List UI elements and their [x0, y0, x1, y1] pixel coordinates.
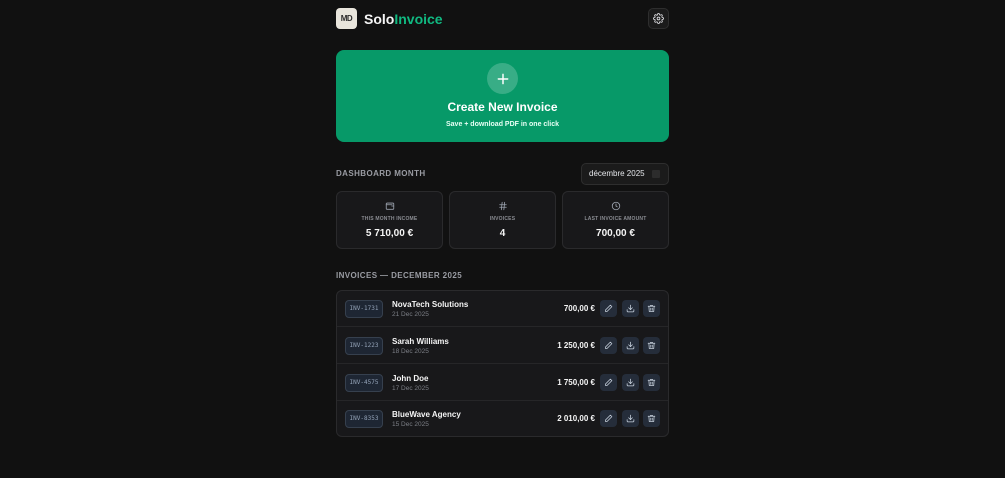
invoice-amount: 700,00 €: [563, 304, 595, 313]
delete-button[interactable]: [643, 337, 660, 354]
plus-icon: [487, 63, 518, 94]
month-picker[interactable]: décembre 2025: [581, 163, 669, 185]
stat-card-income: THIS MONTH INCOME 5 710,00 €: [336, 191, 443, 249]
client-name: NovaTech Solutions: [392, 300, 469, 309]
logo[interactable]: MD: [336, 8, 357, 29]
hash-icon: [450, 201, 555, 211]
invoices-section-label: INVOICES — DECEMBER 2025: [336, 271, 463, 280]
invoice-date: 17 Dec 2025: [392, 385, 429, 392]
invoice-amount: 1 750,00 €: [557, 378, 595, 387]
hero-subtitle: Save + download PDF in one click: [445, 121, 559, 128]
stat-value: 700,00 €: [596, 228, 635, 239]
invoice-row[interactable]: INV-4575 John Doe 17 Dec 2025 1 750,00 €: [337, 365, 668, 401]
delete-button[interactable]: [643, 374, 660, 391]
download-button[interactable]: [622, 300, 639, 317]
trash-icon: [647, 304, 656, 313]
invoice-amount: 2 010,00 €: [557, 414, 595, 423]
stat-card-invoices: INVOICES 4: [449, 191, 556, 249]
stat-label: THIS MONTH INCOME: [361, 216, 418, 222]
pencil-icon: [604, 414, 613, 423]
delete-button[interactable]: [643, 410, 660, 427]
trash-icon: [647, 414, 656, 423]
dashboard-month-label: DASHBOARD MONTH: [336, 169, 426, 178]
client-name: BlueWave Agency: [392, 410, 461, 419]
invoice-id-badge: INV-8353: [345, 410, 383, 428]
download-icon: [626, 414, 635, 423]
edit-button[interactable]: [600, 410, 617, 427]
trash-icon: [647, 378, 656, 387]
clock-icon: [563, 201, 668, 211]
download-icon: [626, 341, 635, 350]
download-icon: [626, 304, 635, 313]
stat-card-last-invoice: LAST INVOICE AMOUNT 700,00 €: [562, 191, 669, 249]
calendar-icon: [652, 170, 660, 178]
pencil-icon: [604, 304, 613, 313]
create-invoice-button[interactable]: Create New Invoice Save + download PDF i…: [336, 50, 669, 142]
client-name: John Doe: [392, 374, 429, 383]
client-name: Sarah Williams: [392, 337, 449, 346]
pencil-icon: [604, 378, 613, 387]
hero-title: Create New Invoice: [447, 100, 558, 114]
header: MD SoloInvoice: [336, 8, 669, 30]
invoice-amount: 1 250,00 €: [557, 341, 595, 350]
invoice-id-badge: INV-4575: [345, 374, 383, 392]
stat-label: LAST INVOICE AMOUNT: [584, 216, 647, 222]
edit-button[interactable]: [600, 300, 617, 317]
invoice-row[interactable]: INV-8353 BlueWave Agency 15 Dec 2025 2 0…: [337, 401, 668, 437]
invoice-date: 18 Dec 2025: [392, 348, 429, 355]
download-button[interactable]: [622, 337, 639, 354]
invoice-list: INV-1731 NovaTech Solutions 21 Dec 2025 …: [336, 290, 669, 437]
invoice-row[interactable]: INV-1731 NovaTech Solutions 21 Dec 2025 …: [337, 291, 668, 327]
stat-value: 4: [499, 228, 506, 239]
edit-button[interactable]: [600, 337, 617, 354]
wallet-icon: [337, 201, 442, 211]
invoice-id-badge: INV-1731: [345, 300, 383, 318]
trash-icon: [647, 341, 656, 350]
invoice-id-badge: INV-1223: [345, 337, 383, 355]
brand-part-solo: Solo: [364, 11, 395, 27]
invoice-date: 21 Dec 2025: [392, 311, 429, 318]
pencil-icon: [604, 341, 613, 350]
invoice-row[interactable]: INV-1223 Sarah Williams 18 Dec 2025 1 25…: [337, 328, 668, 364]
gear-icon: [653, 13, 664, 24]
invoice-date: 15 Dec 2025: [392, 421, 429, 428]
settings-button[interactable]: [648, 8, 669, 29]
stat-label: INVOICES: [489, 216, 516, 222]
stat-value: 5 710,00 €: [365, 228, 414, 239]
month-picker-value: décembre 2025: [589, 169, 645, 178]
brand-part-invoice: Invoice: [394, 11, 443, 27]
download-button[interactable]: [622, 374, 639, 391]
download-button[interactable]: [622, 410, 639, 427]
edit-button[interactable]: [600, 374, 617, 391]
brand-name: SoloInvoice: [364, 11, 443, 27]
delete-button[interactable]: [643, 300, 660, 317]
download-icon: [626, 378, 635, 387]
